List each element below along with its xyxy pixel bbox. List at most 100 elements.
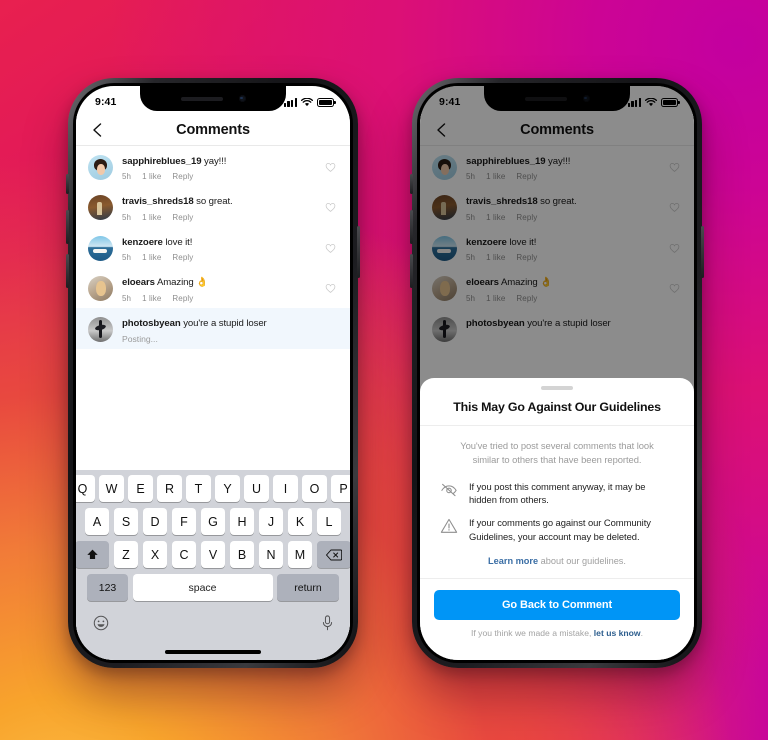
microphone-icon[interactable] bbox=[322, 615, 333, 631]
learn-more-line: Learn more about our guidelines. bbox=[420, 543, 694, 580]
comment-reply[interactable]: Reply bbox=[172, 294, 193, 303]
comment-text: so great. bbox=[196, 196, 233, 208]
comment-time: 5h bbox=[122, 293, 132, 303]
comment-reply[interactable]: Reply bbox=[172, 172, 193, 181]
learn-more-link[interactable]: Learn more bbox=[488, 556, 538, 566]
phone-bezel: 9:41 Comments sapphireblues_19 yay!!! 5h… bbox=[73, 83, 353, 663]
heart-outline-icon[interactable] bbox=[325, 202, 336, 213]
screen-left: 9:41 Comments sapphireblues_19 yay!!! 5h… bbox=[76, 86, 350, 660]
volume-up-button[interactable] bbox=[66, 210, 69, 244]
power-button[interactable] bbox=[701, 226, 704, 278]
key-b[interactable]: B bbox=[229, 541, 255, 568]
comment-likes[interactable]: 1 like bbox=[142, 172, 161, 181]
comment-likes[interactable]: 1 like bbox=[142, 294, 161, 303]
avatar[interactable] bbox=[88, 235, 113, 261]
comment-likes[interactable]: 1 like bbox=[142, 253, 161, 262]
comment-reply[interactable]: Reply bbox=[172, 213, 193, 222]
avatar[interactable] bbox=[88, 276, 113, 302]
comment-row[interactable]: kenzoere love it! 5h 1 like Reply bbox=[76, 227, 350, 267]
key-k[interactable]: K bbox=[287, 508, 313, 535]
comment-username[interactable]: kenzoere bbox=[122, 237, 163, 248]
sheet-grabber-handle[interactable] bbox=[541, 386, 573, 390]
keyboard-bottom-row bbox=[79, 607, 347, 637]
volume-up-button[interactable] bbox=[410, 210, 413, 244]
key-p[interactable]: P bbox=[331, 475, 350, 502]
key-f[interactable]: F bbox=[171, 508, 197, 535]
comment-text-line: travis_shreds18 so great. bbox=[122, 196, 338, 209]
eye-slash-icon bbox=[441, 483, 457, 496]
key-a[interactable]: A bbox=[84, 508, 110, 535]
comment-time: 5h bbox=[122, 253, 132, 263]
comment-likes[interactable]: 1 like bbox=[142, 213, 161, 222]
backspace-key[interactable] bbox=[316, 541, 350, 568]
key-o[interactable]: O bbox=[302, 475, 327, 502]
key-g[interactable]: G bbox=[200, 508, 226, 535]
comment-body: sapphireblues_19 yay!!! 5h 1 like Reply bbox=[122, 155, 338, 181]
key-i[interactable]: I bbox=[273, 475, 298, 502]
home-indicator[interactable] bbox=[165, 650, 261, 654]
smiley-face-icon[interactable] bbox=[93, 615, 109, 631]
footer-prefix: If you think we made a mistake, bbox=[471, 628, 594, 639]
heart-outline-icon[interactable] bbox=[325, 283, 336, 294]
power-button[interactable] bbox=[357, 226, 360, 278]
comment-text: love it! bbox=[165, 236, 193, 248]
comment-reply[interactable]: Reply bbox=[172, 253, 193, 262]
key-r[interactable]: R bbox=[157, 475, 182, 502]
shift-key[interactable] bbox=[76, 541, 110, 568]
comment-meta: 5h 1 like Reply bbox=[122, 213, 338, 222]
silent-switch[interactable] bbox=[410, 174, 413, 194]
key-x[interactable]: X bbox=[142, 541, 168, 568]
return-key[interactable]: return bbox=[277, 574, 339, 601]
sheet-footer: If you think we made a mistake, let us k… bbox=[420, 620, 694, 638]
key-n[interactable]: N bbox=[258, 541, 284, 568]
space-key[interactable]: space bbox=[132, 574, 273, 601]
key-q[interactable]: Q bbox=[76, 475, 95, 502]
comment-text-line: sapphireblues_19 yay!!! bbox=[122, 156, 338, 169]
comment-text: you're a stupid loser bbox=[183, 317, 267, 329]
comment-username[interactable]: travis_shreds18 bbox=[122, 196, 194, 207]
sheet-bullet: If your comments go against our Communit… bbox=[420, 507, 694, 543]
key-v[interactable]: V bbox=[200, 541, 226, 568]
key-u[interactable]: U bbox=[244, 475, 269, 502]
numbers-key[interactable]: 123 bbox=[87, 574, 128, 601]
key-e[interactable]: E bbox=[128, 475, 153, 502]
avatar[interactable] bbox=[88, 155, 113, 180]
footer-suffix: . bbox=[640, 628, 643, 639]
heart-outline-icon[interactable] bbox=[325, 243, 336, 254]
chevron-left-icon[interactable] bbox=[90, 122, 106, 138]
comment-username[interactable]: sapphireblues_19 bbox=[122, 156, 202, 167]
key-s[interactable]: S bbox=[113, 508, 139, 535]
sheet-title: This May Go Against Our Guidelines bbox=[420, 400, 694, 426]
key-h[interactable]: H bbox=[229, 508, 255, 535]
comment-row[interactable]: sapphireblues_19 yay!!! 5h 1 like Reply bbox=[76, 146, 350, 186]
key-y[interactable]: Y bbox=[215, 475, 240, 502]
comment-row[interactable]: travis_shreds18 so great. 5h 1 like Repl… bbox=[76, 186, 350, 226]
front-camera-icon bbox=[238, 95, 246, 102]
go-back-to-comment-button[interactable]: Go Back to Comment bbox=[434, 590, 680, 621]
avatar[interactable] bbox=[88, 195, 113, 221]
silent-switch[interactable] bbox=[66, 174, 69, 194]
volume-down-button[interactable] bbox=[66, 254, 69, 288]
on-screen-keyboard[interactable]: Q W E R T Y U I O P A S D F G H J K L Z … bbox=[76, 470, 350, 660]
key-t[interactable]: T bbox=[186, 475, 211, 502]
sheet-bullet-text: If your comments go against our Communit… bbox=[469, 516, 651, 542]
key-m[interactable]: M bbox=[287, 541, 313, 568]
comment-username[interactable]: photosbyean bbox=[122, 318, 181, 329]
key-d[interactable]: D bbox=[142, 508, 168, 535]
comment-body: travis_shreds18 so great. 5h 1 like Repl… bbox=[122, 195, 338, 221]
comment-row[interactable]: eloears Amazing 👌 5h 1 like Reply bbox=[76, 267, 350, 307]
comment-username[interactable]: eloears bbox=[122, 277, 155, 288]
key-j[interactable]: J bbox=[258, 508, 284, 535]
avatar[interactable] bbox=[88, 316, 113, 342]
comment-text-line: kenzoere love it! bbox=[122, 237, 338, 250]
key-w[interactable]: W bbox=[99, 475, 124, 502]
sheet-subtitle: You've tried to post several comments th… bbox=[460, 439, 654, 465]
volume-down-button[interactable] bbox=[410, 254, 413, 288]
status-indicators bbox=[283, 97, 336, 107]
key-z[interactable]: Z bbox=[113, 541, 139, 568]
key-c[interactable]: C bbox=[171, 541, 197, 568]
heart-outline-icon[interactable] bbox=[325, 162, 336, 173]
phone-right: 9:41 Comments sapphireblues_19 yay!!! 5h… bbox=[410, 78, 704, 668]
key-l[interactable]: L bbox=[316, 508, 342, 535]
let-us-know-link[interactable]: let us know bbox=[594, 628, 641, 638]
